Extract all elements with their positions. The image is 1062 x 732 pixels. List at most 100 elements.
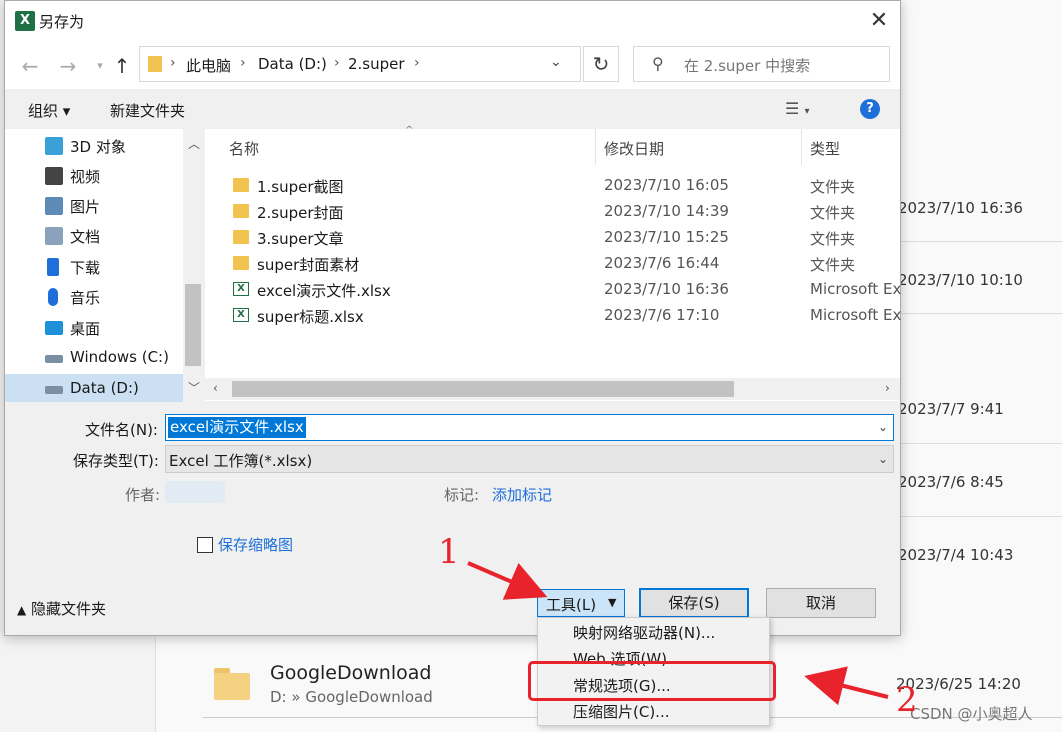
author-value-redacted[interactable] (165, 481, 225, 503)
save-thumbnail-label[interactable]: 保存缩略图 (218, 534, 293, 555)
bg-folder-name[interactable]: GoogleDownload (270, 662, 431, 684)
file-type: Microsoft Ex (810, 280, 902, 298)
back-button[interactable]: ← (17, 53, 43, 79)
folder-icon (233, 256, 249, 270)
add-tags-link[interactable]: 添加标记 (492, 484, 552, 505)
list-view-icon: ☰ (785, 99, 800, 118)
hide-folders-label: 隐藏文件夹 (31, 600, 107, 618)
folder-icon (148, 56, 162, 72)
nav-item-3d-objects[interactable]: 3D 对象 (43, 131, 183, 161)
folder-icon (233, 204, 249, 218)
file-name: 2.super封面 (257, 204, 344, 222)
save-button[interactable]: 保存(S) (639, 588, 749, 618)
drive-d-icon (45, 386, 63, 394)
organize-button[interactable]: 组织 ▾ (28, 100, 70, 121)
file-type: 文件夹 (810, 204, 856, 222)
file-date: 2023/7/6 17:10 (604, 306, 720, 324)
search-icon: ⚲ (652, 54, 664, 73)
bg-date: 2023/7/4 10:43 (898, 546, 1014, 564)
nav-item-label: 下载 (70, 259, 101, 277)
nav-item-documents[interactable]: 文档 (43, 221, 183, 251)
breadcrumb-this-pc[interactable]: 此电脑 (186, 55, 231, 76)
nav-item-drive-c[interactable]: Windows (C:) (43, 343, 183, 373)
file-row[interactable]: Xsuper标题.xlsx 2023/7/6 17:10 Microsoft Ex (205, 303, 901, 329)
search-input[interactable]: ⚲ 在 2.super 中搜索 (633, 46, 890, 82)
bg-date: 2023/7/7 9:41 (898, 400, 1004, 418)
chevron-right-icon: › (240, 55, 246, 71)
chevron-down-icon: ⌄ (550, 54, 562, 70)
nav-item-videos[interactable]: 视频 (43, 161, 183, 191)
arrow-left-icon: ← (21, 54, 39, 78)
menu-item-label: 压缩图片(C)... (573, 703, 670, 721)
file-row[interactable]: 2.super封面 2023/7/10 14:39 文件夹 (205, 199, 900, 225)
view-options-button[interactable]: ☰ ▾ (785, 99, 809, 118)
scroll-left-icon[interactable]: ‹ (213, 381, 218, 395)
column-header-name[interactable]: 名称 (229, 138, 259, 159)
file-name: super标题.xlsx (257, 308, 364, 326)
file-type: 文件夹 (810, 256, 856, 274)
nav-scrollbar[interactable]: ︿ ﹀ (183, 129, 203, 401)
help-button[interactable]: ? (860, 99, 880, 119)
close-icon: ✕ (869, 8, 889, 33)
nav-item-desktop[interactable]: 桌面 (43, 313, 183, 343)
file-row[interactable]: 3.super文章 2023/7/10 15:25 文件夹 (205, 225, 900, 251)
sort-ascending-icon: ^ (405, 125, 414, 136)
filetype-select[interactable]: Excel 工作簿(*.xlsx) ⌄ (165, 445, 894, 473)
menu-item-label: 映射网络驱动器(N)... (573, 624, 716, 642)
search-placeholder: 在 2.super 中搜索 (684, 57, 811, 75)
chevron-down-icon[interactable]: ⌄ (878, 420, 888, 434)
address-history-dropdown[interactable]: ⌄ (550, 54, 562, 70)
column-header-date[interactable]: 修改日期 (604, 138, 664, 159)
nav-item-downloads[interactable]: 下载 (43, 252, 183, 282)
hide-folders-button[interactable]: ▲ 隐藏文件夹 (17, 598, 106, 619)
close-button[interactable]: ✕ (863, 7, 895, 35)
filetype-value: Excel 工作簿(*.xlsx) (169, 452, 313, 470)
menu-item-compress-pictures[interactable]: 压缩图片(C)... (538, 698, 769, 724)
file-date: 2023/7/10 16:36 (604, 280, 729, 298)
file-row[interactable]: 1.super截图 2023/7/10 16:05 文件夹 (205, 173, 900, 199)
scroll-right-icon[interactable]: › (885, 381, 890, 395)
nav-item-music[interactable]: 音乐 (43, 282, 183, 312)
horizontal-scroll-thumb[interactable] (232, 381, 734, 397)
menu-item-map-network-drive[interactable]: 映射网络驱动器(N)... (538, 619, 769, 645)
filetype-label: 保存类型(T): (73, 452, 159, 470)
scroll-up-icon[interactable]: ︿ (188, 135, 200, 152)
tools-button[interactable]: 工具(L) ▼ (537, 589, 625, 617)
breadcrumb-2super[interactable]: 2.super (348, 55, 405, 73)
save-thumbnail-checkbox[interactable] (197, 537, 213, 553)
horizontal-scrollbar[interactable]: ‹ › (205, 378, 900, 400)
breadcrumb-drive-d[interactable]: Data (D:) (258, 55, 327, 73)
nav-item-label: 视频 (70, 168, 101, 186)
nav-item-pictures[interactable]: 图片 (43, 191, 183, 221)
column-header-type[interactable]: 类型 (810, 138, 840, 159)
file-name: 1.super截图 (257, 178, 344, 196)
chevron-right-icon: › (414, 55, 420, 71)
chevron-up-icon: ▲ (17, 603, 27, 617)
forward-button[interactable]: → (55, 53, 81, 79)
navigation-pane: 3D 对象 视频 图片 文档 下载 音乐 桌面 Windows (C:) Dat… (5, 129, 203, 404)
folder-icon (233, 178, 249, 192)
new-folder-button[interactable]: 新建文件夹 (110, 100, 185, 121)
refresh-button[interactable]: ↻ (583, 46, 619, 82)
column-divider[interactable] (801, 129, 802, 165)
column-divider[interactable] (595, 129, 596, 165)
address-bar[interactable]: › 此电脑 › Data (D:) › 2.super › ⌄ (139, 46, 581, 82)
file-date: 2023/7/10 15:25 (604, 228, 729, 246)
cancel-button[interactable]: 取消 (766, 588, 876, 618)
file-row[interactable]: Xexcel演示文件.xlsx 2023/7/10 16:36 Microsoft … (205, 277, 902, 303)
file-date: 2023/7/10 16:05 (604, 176, 729, 194)
bg-date: 2023/7/10 16:36 (898, 199, 1023, 217)
excel-file-icon: X (233, 308, 249, 322)
up-button[interactable]: ↑ (109, 53, 135, 79)
scroll-down-icon[interactable]: ﹀ (188, 379, 200, 396)
filename-selected-text: excel演示文件.xlsx (168, 417, 306, 438)
filename-input[interactable]: excel演示文件.xlsx ⌄ (165, 414, 894, 441)
nav-item-drive-d[interactable]: Data (D:) (43, 374, 183, 404)
file-row[interactable]: super封面素材 2023/7/6 16:44 文件夹 (205, 251, 900, 277)
file-name: super封面素材 (257, 256, 360, 274)
nav-scroll-thumb[interactable] (185, 284, 201, 366)
bg-folder-path: D: » GoogleDownload (270, 688, 433, 706)
tools-label: 工具(L) (546, 596, 597, 614)
nav-item-label: Data (D:) (70, 379, 139, 397)
file-date: 2023/7/10 14:39 (604, 202, 729, 220)
